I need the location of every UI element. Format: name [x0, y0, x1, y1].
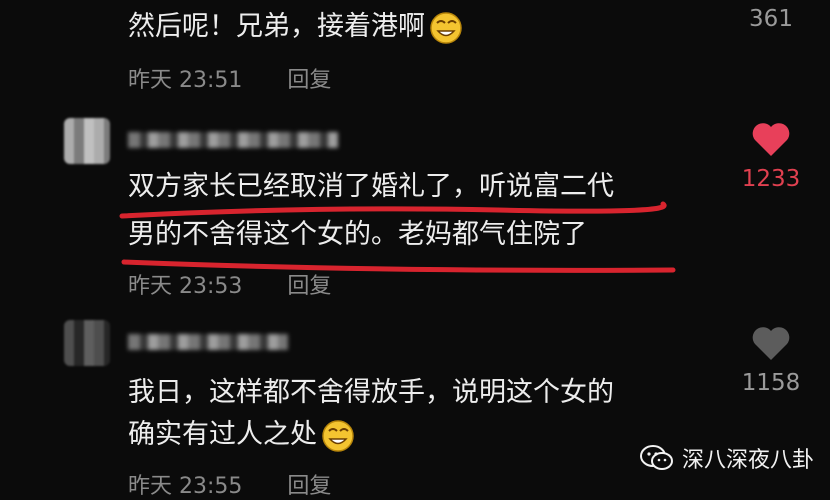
watermark-label: 深八深夜八卦: [681, 448, 814, 473]
comment-text: 然后呢！兄弟，接着港啊: [128, 8, 463, 46]
comment-meta: 昨天 23:51 回复: [128, 62, 331, 94]
watermark: 深八深夜八卦: [639, 442, 814, 474]
comment-meta: 昨天 23:55 回复: [128, 468, 331, 500]
reply-button[interactable]: 回复: [287, 68, 331, 93]
username-blurred[interactable]: [128, 334, 288, 350]
grin-emoji-icon: [322, 419, 354, 452]
comment-2: 双方家长已经取消了婚礼了，听说富二代 男的不舍得这个女的。老妈都气住院了 昨天 …: [0, 110, 830, 310]
like-button[interactable]: 361: [736, 0, 806, 32]
comment-time: 昨天 23:55: [128, 474, 243, 499]
username-blurred[interactable]: [128, 132, 338, 148]
avatar[interactable]: [64, 320, 110, 366]
like-count: 1233: [741, 166, 801, 192]
comment-meta: 昨天 23:53 回复: [128, 268, 331, 300]
like-button[interactable]: 1233: [736, 122, 806, 192]
reply-button[interactable]: 回复: [287, 474, 331, 499]
like-count: 361: [749, 6, 793, 32]
comment-text-line-2: 确实有过人之处: [128, 416, 355, 454]
comment-1: 然后呢！兄弟，接着港啊 昨天 23:51 回复 361: [0, 0, 830, 110]
red-underline-1: [119, 201, 667, 219]
avatar[interactable]: [64, 118, 110, 164]
reply-button[interactable]: 回复: [287, 274, 331, 299]
wechat-icon: [639, 445, 673, 470]
grin-emoji-icon: [430, 11, 462, 44]
comment-time: 昨天 23:53: [128, 274, 243, 299]
heart-outline-icon: [752, 327, 790, 360]
like-button[interactable]: 1158: [736, 326, 806, 396]
heart-filled-icon: [752, 123, 790, 156]
like-count: 1158: [741, 370, 801, 396]
comment-text-line-1: 我日，这样都不舍得放手，说明这个女的: [128, 377, 614, 408]
comment-time: 昨天 23:51: [128, 68, 243, 93]
